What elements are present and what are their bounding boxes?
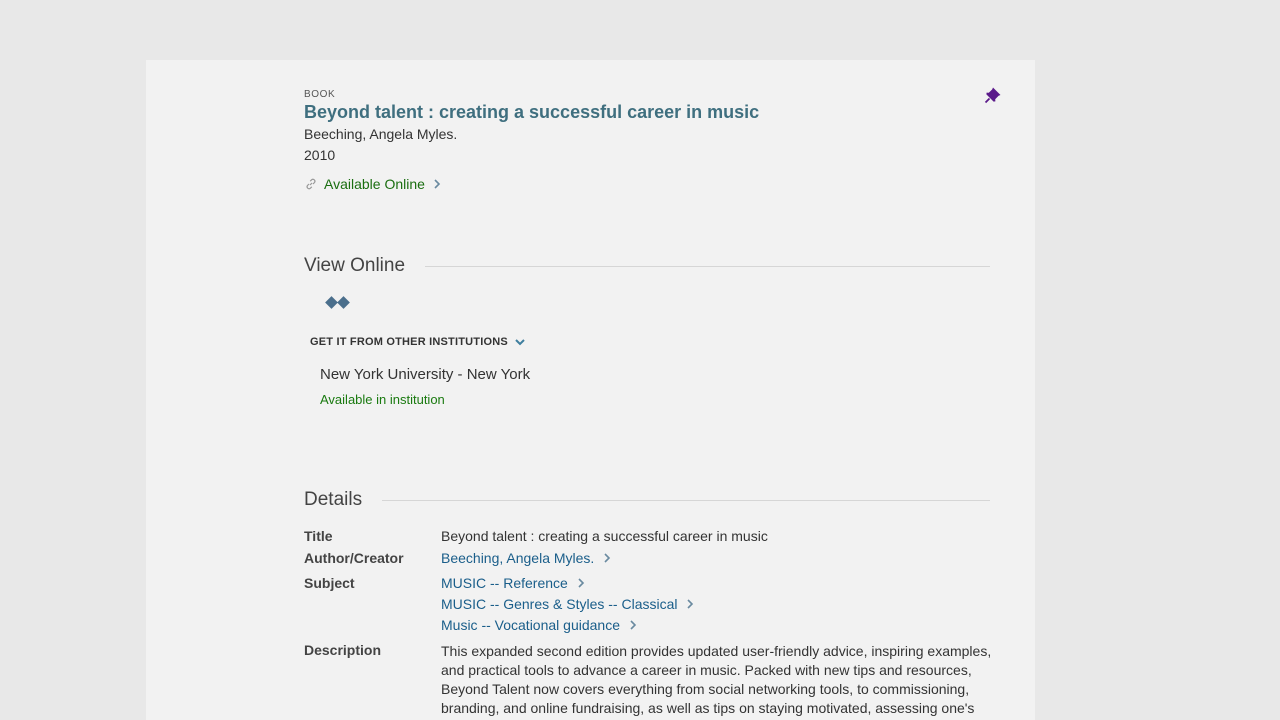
institution-availability: Available in institution — [320, 392, 445, 407]
chevron-right-icon — [686, 598, 694, 610]
detail-label-title: Title — [304, 528, 333, 544]
subject-link-label: MUSIC -- Genres & Styles -- Classical — [441, 596, 678, 612]
detail-label-description: Description — [304, 642, 382, 658]
chevron-right-icon — [629, 619, 637, 631]
resource-type-label: BOOK — [304, 89, 336, 100]
detail-value-description: This expanded second edition provides up… — [441, 643, 992, 716]
details-heading: Details — [304, 489, 363, 510]
section-divider — [425, 265, 990, 267]
other-institutions-toggle[interactable]: GET IT FROM OTHER INSTITUTIONS — [310, 336, 526, 348]
chevron-down-icon — [514, 338, 526, 346]
available-online-link[interactable]: Available Online — [304, 174, 441, 194]
chevron-right-icon — [433, 178, 441, 190]
detail-label-subject: Subject — [304, 575, 355, 591]
record-year: 2010 — [304, 147, 336, 163]
institution-name[interactable]: New York University - New York — [320, 366, 530, 383]
chevron-right-icon — [577, 577, 585, 589]
available-online-label: Available Online — [324, 176, 425, 192]
author-link-label: Beeching, Angela Myles. — [441, 550, 595, 566]
subject-link[interactable]: Music -- Vocational guidance — [441, 617, 637, 633]
loading-diamond — [325, 296, 338, 309]
details-section-header: Details — [304, 489, 990, 511]
loading-diamond — [337, 296, 350, 309]
record-creator: Beeching, Angela Myles. — [304, 126, 458, 142]
chevron-right-icon — [603, 552, 611, 564]
subject-link[interactable]: MUSIC -- Reference — [441, 575, 585, 591]
view-online-section-header: View Online — [304, 255, 990, 277]
loading-indicator — [325, 296, 350, 309]
section-divider — [382, 499, 990, 501]
subject-link-label: MUSIC -- Reference — [441, 575, 568, 591]
subject-link[interactable]: MUSIC -- Genres & Styles -- Classical — [441, 596, 694, 612]
detail-label-author: Author/Creator — [304, 550, 404, 566]
author-link[interactable]: Beeching, Angela Myles. — [441, 550, 611, 566]
record-title-link[interactable]: Beyond talent : creating a successful ca… — [304, 102, 759, 123]
view-online-heading: View Online — [304, 255, 406, 276]
record-panel: BOOK Beyond talent : creating a successf… — [146, 60, 1035, 720]
pushpin-icon[interactable] — [984, 86, 1002, 104]
detail-value-title: Beyond talent : creating a successful ca… — [441, 528, 768, 544]
link-icon — [304, 177, 318, 191]
subject-link-label: Music -- Vocational guidance — [441, 617, 620, 633]
other-institutions-label: GET IT FROM OTHER INSTITUTIONS — [310, 336, 508, 348]
